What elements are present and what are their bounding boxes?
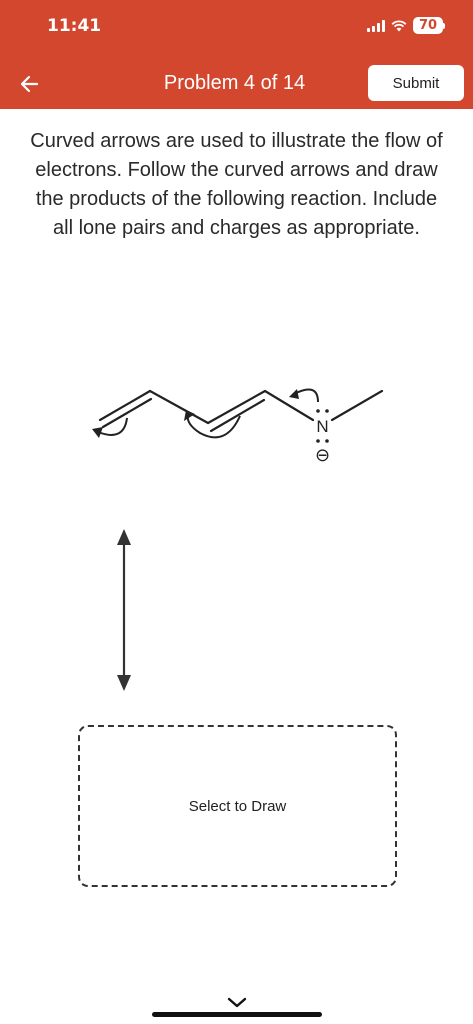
reaction-arrow-icon xyxy=(117,529,131,691)
question-instructions: Curved arrows are used to illustrate the… xyxy=(30,130,443,239)
submit-button[interactable]: Submit xyxy=(368,65,464,101)
page-title: Problem 4 of 14 xyxy=(163,72,306,94)
signal-icon xyxy=(367,19,385,32)
battery-icon: 70 xyxy=(413,17,443,34)
arrow-left-icon xyxy=(20,75,39,93)
carbon-chain xyxy=(98,389,384,433)
negative-charge-label: ⊖ xyxy=(315,445,330,466)
draw-area[interactable]: Select to Draw xyxy=(78,725,397,887)
wifi-icon xyxy=(391,19,407,31)
draw-area-label: Select to Draw xyxy=(188,797,287,815)
nitrogen-atom-label: N xyxy=(316,417,328,436)
status-time: 11:41 xyxy=(47,16,102,36)
curved-arrows xyxy=(97,388,319,439)
app-header: 11:41 70 Problem 4 of 14 Submit xyxy=(0,0,473,109)
home-indicator xyxy=(152,1012,322,1017)
molecule-diagram: N ⊖ xyxy=(92,388,384,466)
chevron-down-icon[interactable] xyxy=(226,996,248,1010)
status-icons: 70 xyxy=(367,17,445,34)
back-button[interactable] xyxy=(17,71,43,97)
